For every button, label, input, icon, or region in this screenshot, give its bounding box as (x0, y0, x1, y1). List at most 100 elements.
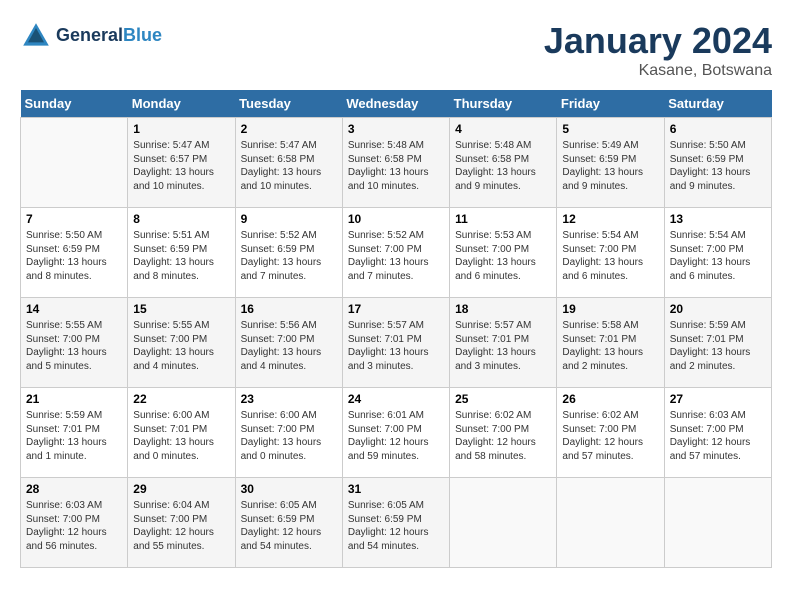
weekday-header-monday: Monday (128, 90, 235, 118)
day-info: Sunrise: 5:55 AM Sunset: 7:00 PM Dayligh… (26, 319, 122, 373)
day-info: Sunrise: 5:59 AM Sunset: 7:01 PM Dayligh… (670, 319, 766, 373)
calendar-cell: 11 Sunrise: 5:53 AM Sunset: 7:00 PM Dayli… (450, 208, 557, 298)
calendar-week-5: 28 Sunrise: 6:03 AM Sunset: 7:00 PM Dayli… (21, 478, 772, 568)
day-info: Sunrise: 6:05 AM Sunset: 6:59 PM Dayligh… (348, 499, 444, 553)
weekday-header-friday: Friday (557, 90, 664, 118)
calendar-cell: 1 Sunrise: 5:47 AM Sunset: 6:57 PM Daylig… (128, 118, 235, 208)
calendar-week-1: 1 Sunrise: 5:47 AM Sunset: 6:57 PM Daylig… (21, 118, 772, 208)
calendar-cell: 17Sunrise: 5:57 AM Sunset: 7:01 PM Dayli… (342, 298, 449, 388)
calendar-cell: 16 Sunrise: 5:56 AM Sunset: 7:00 PM Dayli… (235, 298, 342, 388)
calendar-cell: 4 Sunrise: 5:48 AM Sunset: 6:58 PM Daylig… (450, 118, 557, 208)
calendar-cell: 18 Sunrise: 5:57 AM Sunset: 7:01 PM Dayli… (450, 298, 557, 388)
calendar-cell: 25 Sunrise: 6:02 AM Sunset: 7:00 PM Dayli… (450, 388, 557, 478)
calendar-cell: 21Sunrise: 5:59 AM Sunset: 7:01 PM Dayli… (21, 388, 128, 478)
calendar-cell: 22 Sunrise: 6:00 AM Sunset: 7:01 PM Dayli… (128, 388, 235, 478)
calendar-cell: 3 Sunrise: 5:48 AM Sunset: 6:58 PM Daylig… (342, 118, 449, 208)
day-info: Sunrise: 6:05 AM Sunset: 6:59 PM Dayligh… (241, 499, 337, 553)
day-number: 19 (562, 302, 658, 316)
day-number: 1 (133, 122, 229, 136)
day-info: Sunrise: 5:52 AM Sunset: 6:59 PM Dayligh… (241, 229, 337, 283)
day-info: Sunrise: 5:56 AM Sunset: 7:00 PM Dayligh… (241, 319, 337, 373)
day-info: Sunrise: 5:50 AM Sunset: 6:59 PM Dayligh… (670, 139, 766, 193)
day-number: 20 (670, 302, 766, 316)
logo-icon (20, 20, 52, 52)
page-header: GeneralBlue January 2024 Kasane, Botswan… (20, 20, 772, 80)
day-info: Sunrise: 6:03 AM Sunset: 7:00 PM Dayligh… (670, 409, 766, 463)
day-number: 24 (348, 392, 444, 406)
day-number: 15 (133, 302, 229, 316)
calendar-cell: 5 Sunrise: 5:49 AM Sunset: 6:59 PM Daylig… (557, 118, 664, 208)
day-number: 14 (26, 302, 122, 316)
day-number: 3 (348, 122, 444, 136)
day-number: 12 (562, 212, 658, 226)
day-number: 25 (455, 392, 551, 406)
day-info: Sunrise: 5:57 AM Sunset: 7:01 PM Dayligh… (455, 319, 551, 373)
calendar-cell: 29Sunrise: 6:04 AM Sunset: 7:00 PM Dayli… (128, 478, 235, 568)
day-info: Sunrise: 6:02 AM Sunset: 7:00 PM Dayligh… (455, 409, 551, 463)
day-number: 16 (241, 302, 337, 316)
weekday-header-wednesday: Wednesday (342, 90, 449, 118)
calendar-cell: 31Sunrise: 6:05 AM Sunset: 6:59 PM Dayli… (342, 478, 449, 568)
calendar-week-3: 14 Sunrise: 5:55 AM Sunset: 7:00 PM Dayli… (21, 298, 772, 388)
day-info: Sunrise: 5:50 AM Sunset: 6:59 PM Dayligh… (26, 229, 122, 283)
calendar-cell: 27 Sunrise: 6:03 AM Sunset: 7:00 PM Dayli… (664, 388, 771, 478)
day-info: Sunrise: 5:52 AM Sunset: 7:00 PM Dayligh… (348, 229, 444, 283)
day-info: Sunrise: 6:03 AM Sunset: 7:00 PM Dayligh… (26, 499, 122, 553)
calendar-cell: 20 Sunrise: 5:59 AM Sunset: 7:01 PM Dayli… (664, 298, 771, 388)
day-number: 5 (562, 122, 658, 136)
day-info: Sunrise: 6:00 AM Sunset: 7:00 PM Dayligh… (241, 409, 337, 463)
day-info: Sunrise: 5:53 AM Sunset: 7:00 PM Dayligh… (455, 229, 551, 283)
day-number: 7 (26, 212, 122, 226)
calendar-cell: 12Sunrise: 5:54 AM Sunset: 7:00 PM Dayli… (557, 208, 664, 298)
logo-text: GeneralBlue (56, 26, 162, 46)
day-number: 11 (455, 212, 551, 226)
day-number: 2 (241, 122, 337, 136)
calendar-header: SundayMondayTuesdayWednesdayThursdayFrid… (21, 90, 772, 118)
day-info: Sunrise: 5:55 AM Sunset: 7:00 PM Dayligh… (133, 319, 229, 373)
day-number: 30 (241, 482, 337, 496)
day-number: 28 (26, 482, 122, 496)
calendar-body: 1 Sunrise: 5:47 AM Sunset: 6:57 PM Daylig… (21, 118, 772, 568)
day-info: Sunrise: 5:48 AM Sunset: 6:58 PM Dayligh… (455, 139, 551, 193)
day-info: Sunrise: 5:54 AM Sunset: 7:00 PM Dayligh… (670, 229, 766, 283)
calendar-table: SundayMondayTuesdayWednesdayThursdayFrid… (20, 90, 772, 568)
day-info: Sunrise: 6:02 AM Sunset: 7:00 PM Dayligh… (562, 409, 658, 463)
calendar-cell: 10Sunrise: 5:52 AM Sunset: 7:00 PM Dayli… (342, 208, 449, 298)
day-number: 23 (241, 392, 337, 406)
calendar-cell: 24 Sunrise: 6:01 AM Sunset: 7:00 PM Dayli… (342, 388, 449, 478)
day-number: 8 (133, 212, 229, 226)
logo: GeneralBlue (20, 20, 162, 52)
calendar-cell: 30 Sunrise: 6:05 AM Sunset: 6:59 PM Dayli… (235, 478, 342, 568)
day-number: 18 (455, 302, 551, 316)
calendar-cell: 26 Sunrise: 6:02 AM Sunset: 7:00 PM Dayli… (557, 388, 664, 478)
day-info: Sunrise: 5:49 AM Sunset: 6:59 PM Dayligh… (562, 139, 658, 193)
calendar-cell: 19 Sunrise: 5:58 AM Sunset: 7:01 PM Dayli… (557, 298, 664, 388)
day-info: Sunrise: 5:47 AM Sunset: 6:57 PM Dayligh… (133, 139, 229, 193)
day-info: Sunrise: 6:01 AM Sunset: 7:00 PM Dayligh… (348, 409, 444, 463)
day-info: Sunrise: 5:48 AM Sunset: 6:58 PM Dayligh… (348, 139, 444, 193)
calendar-cell: 15 Sunrise: 5:55 AM Sunset: 7:00 PM Dayli… (128, 298, 235, 388)
calendar-cell (557, 478, 664, 568)
month-title: January 2024 (544, 20, 772, 62)
day-info: Sunrise: 6:00 AM Sunset: 7:01 PM Dayligh… (133, 409, 229, 463)
weekday-header-thursday: Thursday (450, 90, 557, 118)
day-info: Sunrise: 5:47 AM Sunset: 6:58 PM Dayligh… (241, 139, 337, 193)
day-number: 9 (241, 212, 337, 226)
day-number: 21 (26, 392, 122, 406)
day-info: Sunrise: 5:51 AM Sunset: 6:59 PM Dayligh… (133, 229, 229, 283)
day-info: Sunrise: 5:58 AM Sunset: 7:01 PM Dayligh… (562, 319, 658, 373)
calendar-cell: 7 Sunrise: 5:50 AM Sunset: 6:59 PM Daylig… (21, 208, 128, 298)
day-number: 26 (562, 392, 658, 406)
calendar-cell: 2 Sunrise: 5:47 AM Sunset: 6:58 PM Daylig… (235, 118, 342, 208)
weekday-header-row: SundayMondayTuesdayWednesdayThursdayFrid… (21, 90, 772, 118)
day-number: 17 (348, 302, 444, 316)
weekday-header-sunday: Sunday (21, 90, 128, 118)
day-number: 27 (670, 392, 766, 406)
day-number: 13 (670, 212, 766, 226)
day-number: 22 (133, 392, 229, 406)
calendar-cell: 6 Sunrise: 5:50 AM Sunset: 6:59 PM Daylig… (664, 118, 771, 208)
day-number: 6 (670, 122, 766, 136)
calendar-cell: 28 Sunrise: 6:03 AM Sunset: 7:00 PM Dayli… (21, 478, 128, 568)
day-number: 4 (455, 122, 551, 136)
weekday-header-saturday: Saturday (664, 90, 771, 118)
